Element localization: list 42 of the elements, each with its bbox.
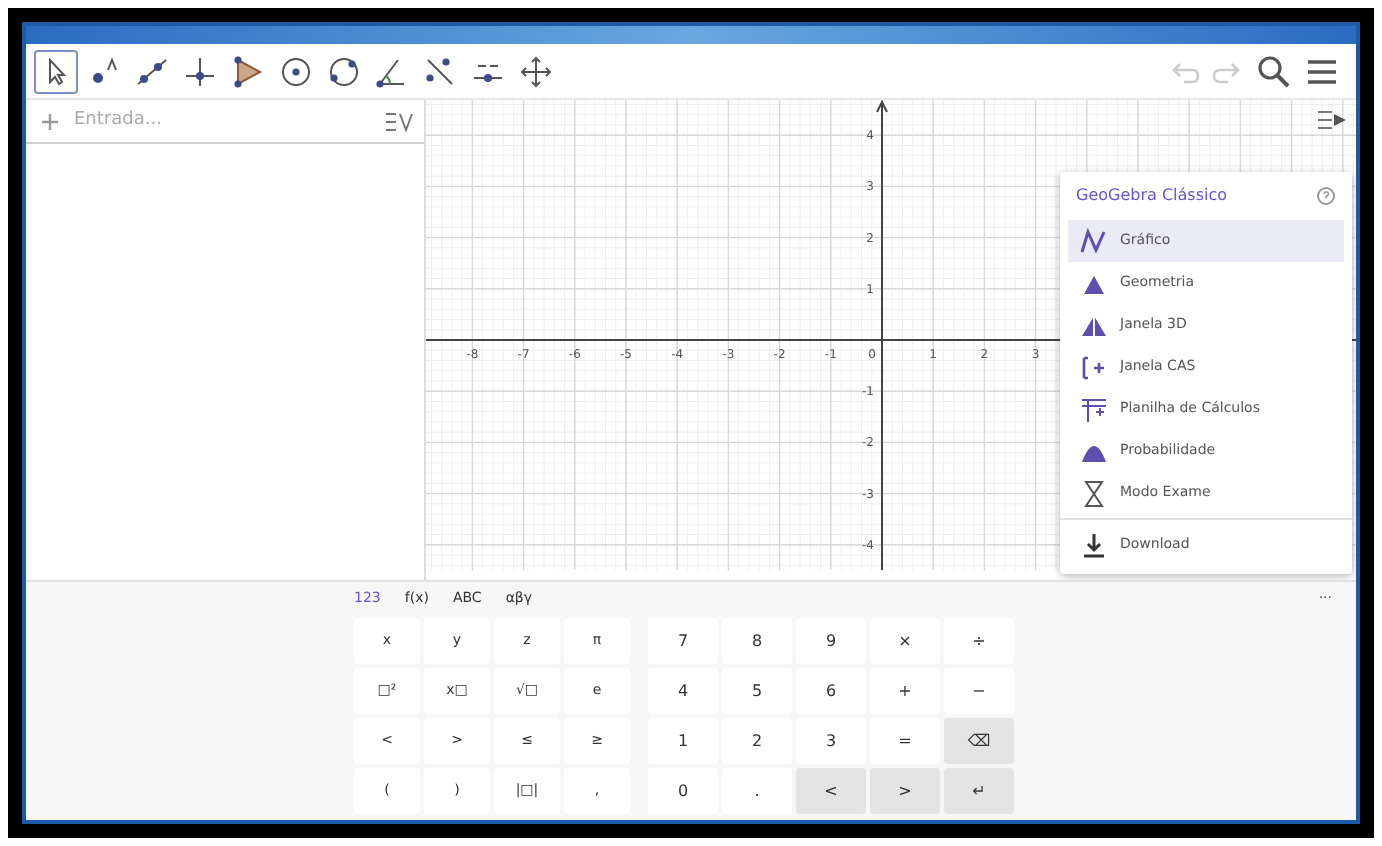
pyramid-icon (1080, 311, 1108, 339)
style-bar-icon[interactable] (1316, 108, 1348, 132)
keyboard-key[interactable]: = (870, 718, 940, 764)
cas-icon (1080, 353, 1108, 381)
keyboard-key[interactable]: − (944, 668, 1014, 714)
download-icon (1080, 531, 1108, 559)
circle-icon (326, 53, 362, 89)
keyboard-key[interactable]: 5 (722, 668, 792, 714)
action-key[interactable]: < (796, 768, 866, 814)
input-field[interactable]: Entrada... (74, 107, 384, 135)
keyboard-key[interactable]: 3 (796, 718, 866, 764)
move-view-icon (518, 53, 554, 89)
action-key[interactable]: > (870, 768, 940, 814)
help-icon[interactable] (1316, 186, 1336, 206)
graph-icon (1080, 227, 1108, 255)
menu-icon[interactable] (1304, 55, 1340, 87)
action-key[interactable]: ↵ (944, 768, 1014, 814)
keyboard-key[interactable]: + (870, 668, 940, 714)
keyboard-key[interactable]: × (870, 618, 940, 664)
perpendicular-icon (182, 53, 218, 89)
keyboard-key[interactable]: 0 (648, 768, 718, 814)
keyboard-key[interactable]: 2 (722, 718, 792, 764)
algebra-view-icon[interactable] (384, 109, 416, 133)
action-key[interactable]: ⌫ (944, 718, 1014, 764)
keyboard-key[interactable]: 6 (796, 668, 866, 714)
search-icon[interactable] (1256, 53, 1292, 89)
keyboard-key[interactable]: ÷ (944, 618, 1014, 664)
tool-button[interactable] (34, 49, 78, 93)
keyboard-key[interactable]: 4 (648, 668, 718, 714)
triangle-icon (230, 53, 266, 89)
keyboard-key[interactable]: . (722, 768, 792, 814)
spreadsheet-icon (1080, 395, 1108, 423)
keyboard-key[interactable]: 8 (722, 618, 792, 664)
keyboard-key[interactable]: 7 (648, 618, 718, 664)
hourglass-icon (1080, 479, 1108, 507)
reflect-icon (422, 53, 458, 89)
circle-icon (278, 53, 314, 89)
plus-icon[interactable] (40, 111, 60, 131)
keyboard-key[interactable]: 9 (796, 618, 866, 664)
menu-title: GeoGebra Clássico (1076, 184, 1228, 208)
keyboard-key[interactable]: 1 (648, 718, 718, 764)
line-icon (134, 53, 170, 89)
